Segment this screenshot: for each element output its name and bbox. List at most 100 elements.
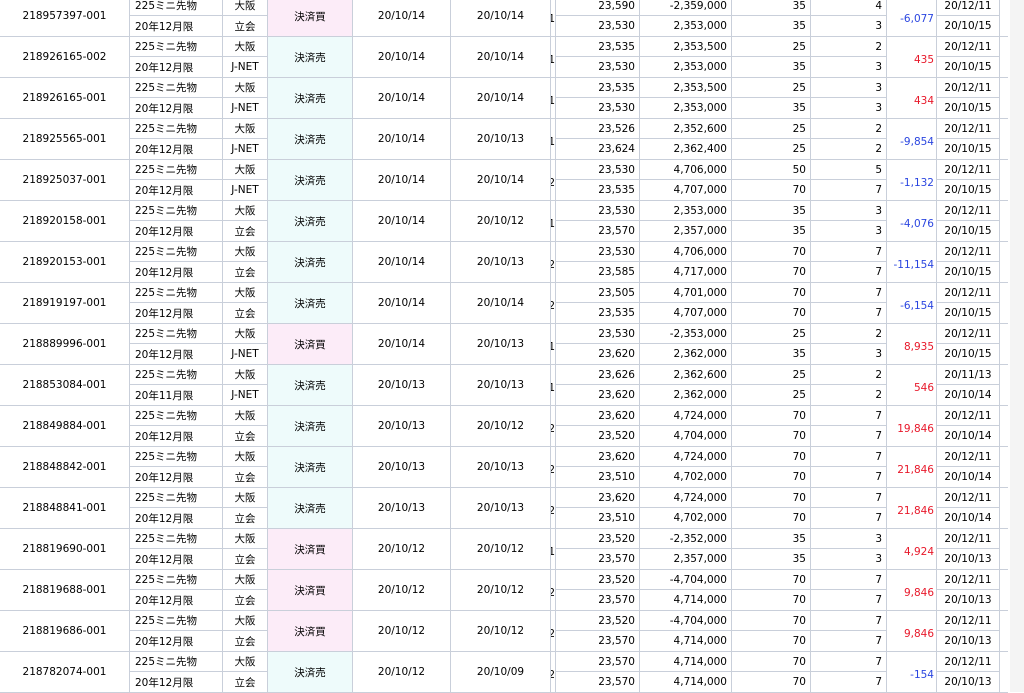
table-row: 218848841-001 225ミニ先物 20年12月限 大阪 立会 決済売 20/10/… [0,488,1008,529]
open-fee: 70 [732,426,811,446]
settlement-date: 20/10/13 [937,549,1000,569]
settle-price: 23,530 [556,160,640,180]
open-fee: 70 [732,467,811,487]
open-date: 20/10/13 [451,447,551,487]
settle-amount: 4,714,000 [640,652,732,672]
settlement-date: 20/10/15 [937,180,1000,200]
session-type: 立会 [223,221,268,241]
delivery-date: 20/12/11 [937,160,1000,180]
trade-history-table: 218957397-001 225ミニ先物 20年12月限 大阪 立会 決済買 20/10/… [0,0,1024,693]
contract-month: 20年12月限 [130,672,223,692]
open-date: 20/10/13 [451,324,551,364]
session-type: J-NET [223,344,268,364]
open-fee: 70 [732,672,811,692]
open-tax: 7 [811,262,887,282]
settle-amount: -4,704,000 [640,611,732,631]
settle-amount: 2,353,500 [640,37,732,57]
open-price: 23,530 [556,98,640,118]
settle-tax: 7 [811,611,887,631]
order-id-cell: 218919197-001 [0,283,130,323]
contract-month: 20年12月限 [130,303,223,323]
settle-fee: 70 [732,611,811,631]
open-tax: 7 [811,180,887,200]
settle-fee: 25 [732,365,811,385]
market-name: 大阪 [223,242,268,262]
open-tax: 3 [811,344,887,364]
open-amount: 2,353,000 [640,98,732,118]
table-row: 218957397-001 225ミニ先物 20年12月限 大阪 立会 決済買 20/10/… [0,0,1008,37]
trade-action-badge: 決済売 [268,160,353,200]
open-date: 20/10/13 [451,488,551,528]
profit-loss: 8,935 [887,324,937,364]
open-fee: 70 [732,631,811,651]
open-amount: 4,714,000 [640,631,732,651]
settle-tax: 5 [811,160,887,180]
contract-month: 20年12月限 [130,344,223,364]
settlement-date: 20/10/15 [937,139,1000,159]
settle-amount: 4,706,000 [640,160,732,180]
product-name: 225ミニ先物 [130,488,223,508]
trade-date: 20/10/12 [353,652,451,692]
trade-action-badge: 決済売 [268,406,353,446]
session-type: J-NET [223,180,268,200]
open-date: 20/10/12 [451,611,551,651]
session-type: 立会 [223,426,268,446]
order-id-cell: 218819690-001 [0,529,130,569]
open-date: 20/10/12 [451,529,551,569]
open-tax: 3 [811,98,887,118]
session-type: 立会 [223,590,268,610]
order-id-cell: 218819688-001 [0,570,130,610]
order-id-cell: 218920158-001 [0,201,130,241]
open-date: 20/10/12 [451,570,551,610]
delivery-date: 20/11/13 [937,365,1000,385]
settle-amount: 2,353,000 [640,201,732,221]
table-row: 218819690-001 225ミニ先物 20年12月限 大阪 立会 決済買 20/10/… [0,529,1008,570]
settle-amount: 2,352,600 [640,119,732,139]
table-row: 218849884-001 225ミニ先物 20年12月限 大阪 立会 決済売 20/10/… [0,406,1008,447]
delivery-date: 20/12/11 [937,652,1000,672]
settle-amount: -2,352,000 [640,529,732,549]
settlement-date: 20/10/15 [937,221,1000,241]
settlement-date: 20/10/15 [937,344,1000,364]
trade-action-badge: 決済売 [268,201,353,241]
trade-date: 20/10/13 [353,406,451,446]
profit-loss: 4,924 [887,529,937,569]
table-row: 218926165-002 225ミニ先物 20年12月限 大阪 J-NET 決済売 20/… [0,37,1008,78]
open-fee: 25 [732,139,811,159]
session-type: J-NET [223,139,268,159]
order-id-cell: 218926165-001 [0,78,130,118]
open-fee: 35 [732,98,811,118]
settle-price: 23,620 [556,406,640,426]
settle-fee: 50 [732,160,811,180]
open-date: 20/10/14 [451,160,551,200]
settle-amount: 4,706,000 [640,242,732,262]
open-tax: 3 [811,549,887,569]
market-name: 大阪 [223,119,268,139]
settlement-date: 20/10/14 [937,426,1000,446]
session-type: 立会 [223,631,268,651]
settle-price: 23,530 [556,242,640,262]
trade-action-badge: 決済売 [268,78,353,118]
table-row: 218925037-001 225ミニ先物 20年12月限 大阪 J-NET 決済売 20/… [0,160,1008,201]
product-name: 225ミニ先物 [130,78,223,98]
scrollbar-track[interactable] [1010,0,1024,692]
market-name: 大阪 [223,529,268,549]
open-date: 20/10/13 [451,242,551,282]
settlement-date: 20/10/14 [937,385,1000,405]
delivery-date: 20/12/11 [937,242,1000,262]
settlement-date: 20/10/15 [937,262,1000,282]
open-tax: 3 [811,16,887,36]
settle-tax: 3 [811,529,887,549]
contract-month: 20年12月限 [130,180,223,200]
open-date: 20/10/12 [451,406,551,446]
trade-date: 20/10/14 [353,324,451,364]
open-price: 23,510 [556,508,640,528]
market-name: 大阪 [223,570,268,590]
open-amount: 2,357,000 [640,549,732,569]
session-type: 立会 [223,549,268,569]
settle-tax: 2 [811,119,887,139]
settle-price: 23,505 [556,283,640,303]
open-amount: 2,357,000 [640,221,732,241]
profit-loss: 435 [887,37,937,77]
open-date: 20/10/12 [451,201,551,241]
